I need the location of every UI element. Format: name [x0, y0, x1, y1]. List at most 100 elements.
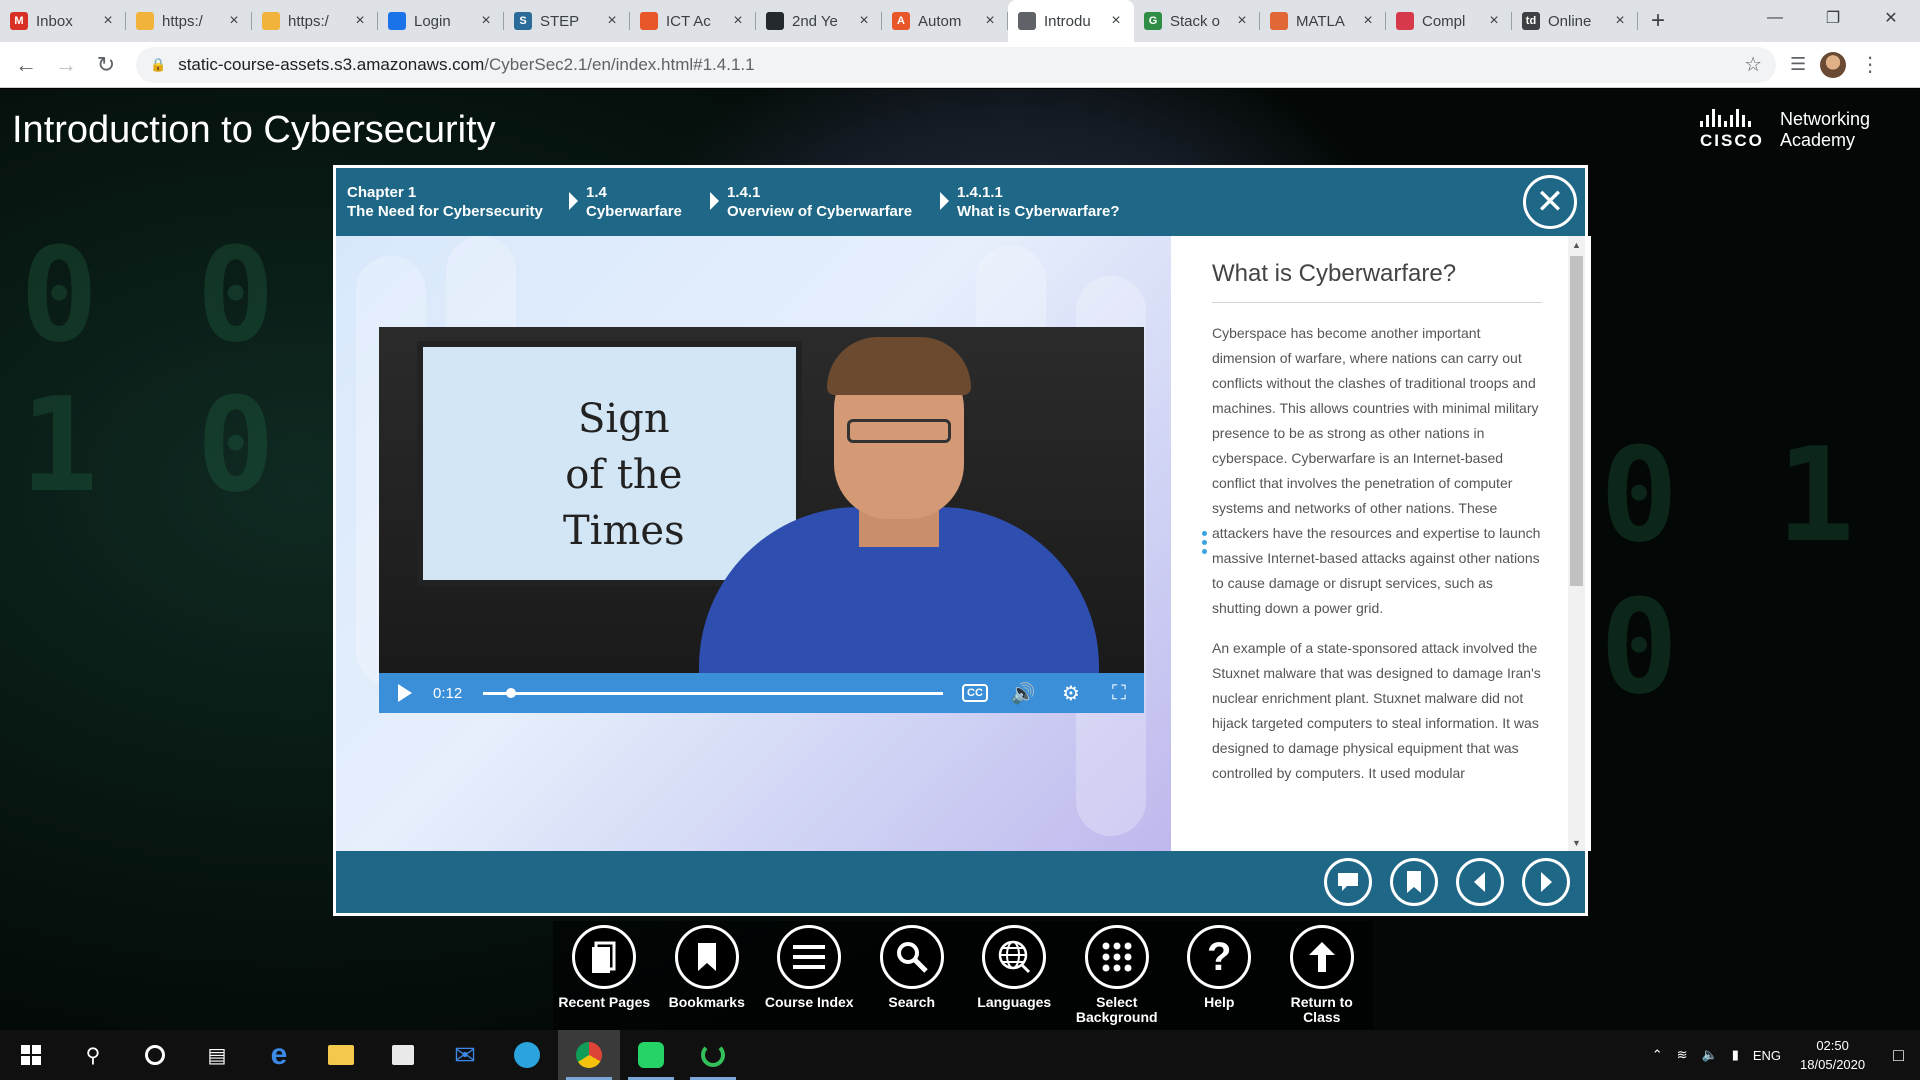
forward-button[interactable]: → — [46, 45, 86, 85]
bookmark-page-button[interactable] — [1390, 858, 1438, 906]
languages-button[interactable]: Languages — [963, 921, 1066, 1030]
academy-label-line1: Networking — [1780, 109, 1871, 129]
close-tab-icon[interactable]: × — [352, 12, 368, 30]
taskbar-edge[interactable]: e — [248, 1030, 310, 1080]
windows-logo-icon — [21, 1045, 41, 1065]
taskbar-search-button[interactable]: ⚲ — [62, 1030, 124, 1080]
close-tab-icon[interactable]: × — [856, 12, 872, 30]
course-index-label: Course Index — [764, 994, 854, 1010]
show-hidden-icons-chevron-up-icon[interactable]: ⌃ — [1645, 1047, 1670, 1063]
close-tab-icon[interactable]: × — [1108, 12, 1124, 30]
start-button[interactable] — [0, 1030, 62, 1080]
browser-tab[interactable]: td Online × — [1512, 0, 1638, 42]
speaker-icon[interactable]: 🔈 — [1695, 1047, 1725, 1063]
profile-avatar[interactable] — [1820, 51, 1847, 78]
reload-button[interactable]: ↻ — [86, 45, 126, 85]
browser-tab-title: Online — [1548, 12, 1592, 30]
close-tab-icon[interactable]: × — [1612, 12, 1628, 30]
comments-button[interactable] — [1324, 858, 1372, 906]
taskbar-whatsapp[interactable] — [620, 1030, 682, 1080]
play-button[interactable] — [385, 673, 425, 713]
close-tab-icon[interactable]: × — [1360, 12, 1376, 30]
browser-tab[interactable]: MATLA × — [1260, 0, 1386, 42]
task-view-button[interactable]: ▤ — [186, 1030, 248, 1080]
close-tab-icon[interactable]: × — [1486, 12, 1502, 30]
panel-resize-handle[interactable] — [1202, 531, 1208, 557]
close-window-button[interactable]: ✕ — [1862, 0, 1920, 36]
address-bar[interactable]: 🔒 static-course-assets.s3.amazonaws.com /… — [136, 46, 1776, 83]
media-control-icon[interactable]: ☰ — [1790, 54, 1806, 75]
search-button[interactable]: Search — [861, 921, 964, 1030]
minimize-button[interactable]: — — [1746, 0, 1804, 36]
browser-tab[interactable]: M Inbox × — [0, 0, 126, 42]
notifications-icon[interactable]: □ — [1877, 1045, 1920, 1066]
browser-tab[interactable]: https:/ × — [252, 0, 378, 42]
browser-tab[interactable]: G Stack o × — [1134, 0, 1260, 42]
breadcrumb-topic-label: Overview of Cyberwarfare — [727, 203, 913, 220]
restore-button[interactable]: ❐ — [1804, 0, 1862, 36]
new-tab-button[interactable]: + — [1638, 0, 1678, 42]
course-page: 0 0 1 1 0 0 0 1 0 Introduction to Cybers… — [0, 89, 1920, 1030]
back-button[interactable]: ← — [6, 45, 46, 85]
closed-captions-button[interactable]: CC — [951, 673, 999, 713]
browser-menu-icon[interactable]: ⋮ — [1860, 52, 1880, 77]
volume-button[interactable]: 🔊 — [999, 673, 1047, 713]
recent-pages-button[interactable]: Recent Pages — [553, 921, 656, 1030]
bookmarks-button[interactable]: Bookmarks — [656, 921, 759, 1030]
browser-tab[interactable]: Introdu × — [1008, 0, 1134, 42]
taskbar-loading-app[interactable] — [682, 1030, 744, 1080]
video-player[interactable]: Sign of the Times 0:12 CC 🔊 ⚙ ⛶ — [379, 327, 1144, 713]
close-tab-icon[interactable]: × — [1234, 12, 1250, 30]
edge-icon: e — [270, 1038, 288, 1071]
return-to-class-button[interactable]: Return to Class — [1271, 921, 1374, 1030]
browser-tab[interactable]: A Autom × — [882, 0, 1008, 42]
help-button[interactable]: ? Help — [1168, 921, 1271, 1030]
browser-tab[interactable]: 2nd Ye × — [756, 0, 882, 42]
browser-tab[interactable]: Compl × — [1386, 0, 1512, 42]
close-tab-icon[interactable]: × — [478, 12, 494, 30]
article-scrollbar[interactable]: ▲ ▼ — [1568, 236, 1585, 851]
geeks-icon: G — [1144, 12, 1162, 30]
wifi-icon[interactable]: ≋ — [1670, 1047, 1695, 1063]
browser-tab[interactable]: https:/ × — [126, 0, 252, 42]
browser-tab-title: Autom — [918, 12, 962, 30]
search-icon — [879, 925, 944, 989]
browser-tab[interactable]: ICT Ac × — [630, 0, 756, 42]
close-modal-button[interactable]: ✕ — [1523, 175, 1577, 229]
close-tab-icon[interactable]: × — [226, 12, 242, 30]
breadcrumb-section[interactable]: 1.4 Cyberwarfare — [586, 183, 682, 221]
scroll-up-arrow-icon[interactable]: ▲ — [1568, 236, 1585, 253]
video-progress-knob[interactable] — [505, 687, 516, 698]
taskbar-chrome[interactable] — [558, 1030, 620, 1080]
close-tab-icon[interactable]: × — [100, 12, 116, 30]
video-progress-bar[interactable] — [483, 687, 943, 698]
next-page-button[interactable] — [1522, 858, 1570, 906]
scroll-down-arrow-icon[interactable]: ▼ — [1568, 834, 1585, 851]
bookmark-star-icon[interactable]: ☆ — [1744, 52, 1762, 77]
breadcrumb-topic[interactable]: 1.4.1 Overview of Cyberwarfare — [727, 183, 912, 221]
breadcrumb-page[interactable]: 1.4.1.1 What is Cyberwarfare? — [957, 183, 1120, 221]
settings-button[interactable]: ⚙ — [1047, 673, 1095, 713]
breadcrumb-arrow-icon — [940, 192, 949, 210]
video-frame[interactable]: Sign of the Times — [379, 327, 1144, 673]
input-language[interactable]: ENG — [1746, 1048, 1788, 1063]
compiler-icon — [1396, 12, 1414, 30]
fullscreen-button[interactable]: ⛶ — [1095, 673, 1143, 713]
taskbar-file-explorer[interactable] — [310, 1030, 372, 1080]
previous-page-button[interactable] — [1456, 858, 1504, 906]
taskbar-mail[interactable]: ✉ — [434, 1030, 496, 1080]
close-tab-icon[interactable]: × — [982, 12, 998, 30]
battery-icon[interactable]: ▮ — [1725, 1047, 1746, 1063]
breadcrumb-chapter[interactable]: Chapter 1 The Need for Cybersecurity — [347, 183, 543, 221]
cortana-button[interactable] — [124, 1030, 186, 1080]
close-tab-icon[interactable]: × — [730, 12, 746, 30]
browser-tab[interactable]: S STEP × — [504, 0, 630, 42]
close-tab-icon[interactable]: × — [604, 12, 620, 30]
taskbar-clock[interactable]: 02:50 18/05/2020 — [1788, 1036, 1877, 1074]
taskbar-telegram[interactable] — [496, 1030, 558, 1080]
browser-tab[interactable]: Login × — [378, 0, 504, 42]
scrollbar-thumb[interactable] — [1570, 256, 1583, 586]
select-background-button[interactable]: Select Background — [1066, 921, 1169, 1030]
course-index-button[interactable]: Course Index — [758, 921, 861, 1030]
taskbar-store[interactable] — [372, 1030, 434, 1080]
